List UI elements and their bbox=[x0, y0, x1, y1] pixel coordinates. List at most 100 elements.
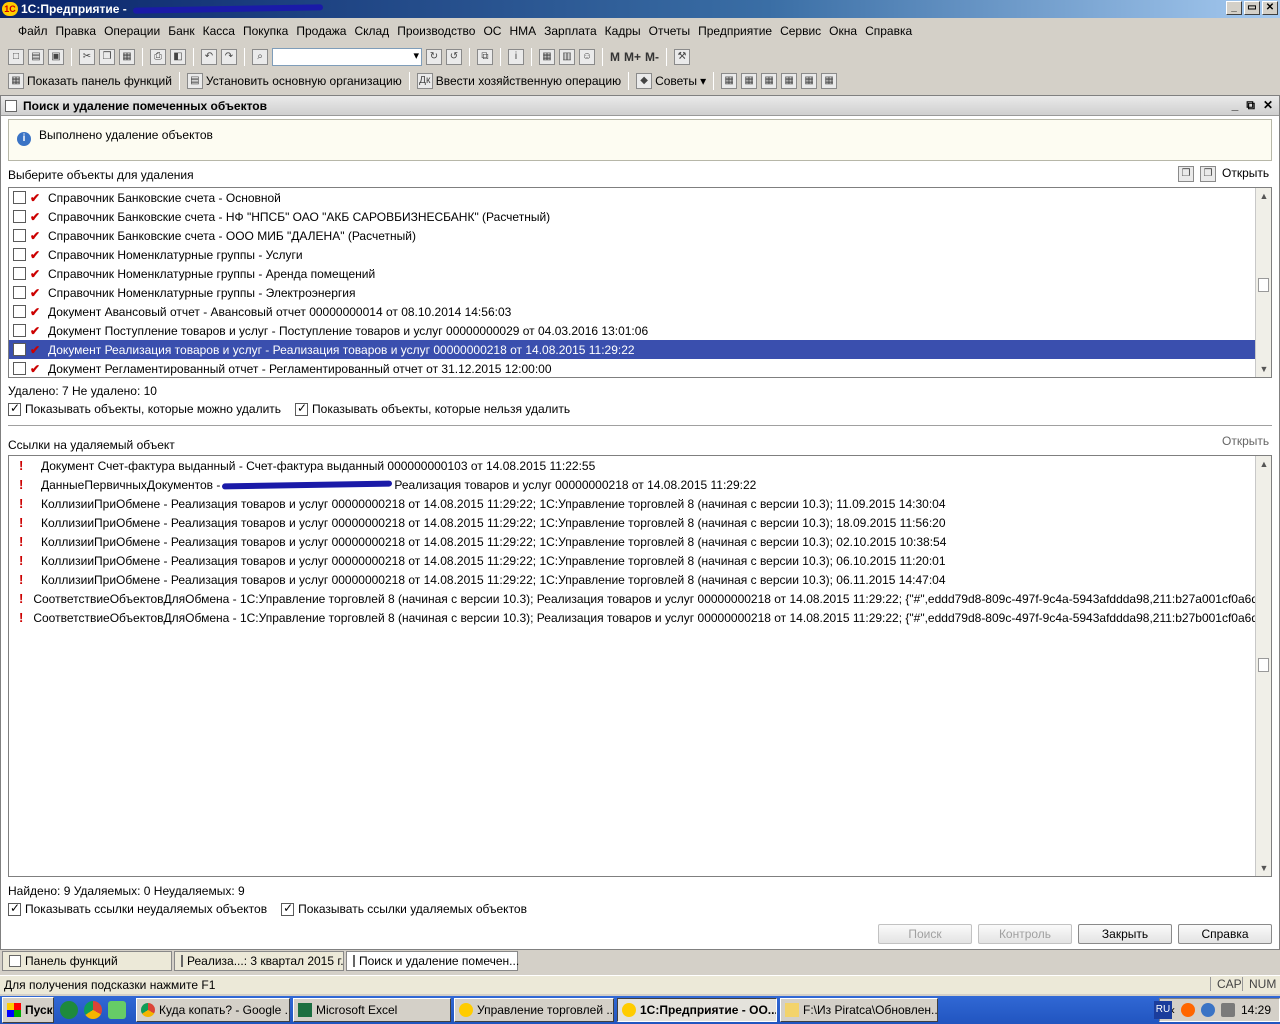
redo-icon[interactable]: ↷ bbox=[221, 49, 237, 65]
save-icon[interactable]: ▣ bbox=[48, 49, 64, 65]
doc-restore-button[interactable]: ⧉ bbox=[1246, 98, 1255, 113]
object-row[interactable]: ✔ Справочник Банковские счета - НФ "НПСБ"… bbox=[9, 207, 1271, 226]
menu-item[interactable]: Производство bbox=[393, 24, 479, 38]
language-indicator[interactable]: RU bbox=[1154, 1001, 1172, 1019]
refs-scrollbar[interactable]: ▲ ▼ bbox=[1255, 456, 1271, 876]
refs-scroll-up-icon[interactable]: ▲ bbox=[1256, 456, 1271, 472]
show-nondeletable-checkbox[interactable]: Показывать объекты, которые нельзя удали… bbox=[295, 401, 570, 416]
calculator-icon[interactable]: ▦ bbox=[539, 49, 555, 65]
task-excel[interactable]: Microsoft Excel bbox=[293, 998, 451, 1022]
tools-icon[interactable]: ⚒ bbox=[674, 49, 691, 65]
scroll-thumb[interactable] bbox=[1258, 278, 1269, 292]
report-icon-5[interactable]: ▦ bbox=[801, 73, 818, 89]
menu-item[interactable]: Продажа bbox=[292, 24, 350, 38]
menu-item[interactable]: Банк bbox=[164, 24, 198, 38]
tray-app-icon[interactable] bbox=[1180, 1003, 1195, 1017]
memory-button[interactable]: М bbox=[610, 50, 620, 64]
network-icon[interactable] bbox=[1200, 1003, 1215, 1017]
reference-row[interactable]: ! КоллизииПриОбмене - Реализация товаров … bbox=[9, 532, 1271, 551]
reference-row[interactable]: ! КоллизииПриОбмене - Реализация товаров … bbox=[9, 570, 1271, 589]
delete-checkbox[interactable] bbox=[13, 324, 26, 337]
delete-checkbox[interactable] bbox=[13, 248, 26, 261]
copy-list-icon-2[interactable]: ❐ bbox=[1200, 166, 1216, 182]
chrome-icon[interactable] bbox=[84, 1001, 102, 1019]
new-icon[interactable]: □ bbox=[8, 49, 24, 65]
report-icon-2[interactable]: ▦ bbox=[741, 73, 758, 89]
paste-icon[interactable]: ▦ bbox=[119, 49, 135, 65]
menu-item[interactable]: ОС bbox=[479, 24, 505, 38]
show-panel-button[interactable]: ▦ Показать панель функций bbox=[8, 73, 172, 89]
object-row[interactable]: ✔ Справочник Номенклатурные группы - Элек… bbox=[9, 283, 1271, 302]
reference-row[interactable]: ! КоллизииПриОбмене - Реализация товаров … bbox=[9, 551, 1271, 570]
delete-checkbox[interactable] bbox=[13, 229, 26, 242]
scroll-down-icon[interactable]: ▼ bbox=[1256, 361, 1271, 377]
object-row[interactable]: ✔ Документ Поступление товаров и услуг - … bbox=[9, 321, 1271, 340]
object-row[interactable]: ✔ Документ Реализация товаров и услуг - Р… bbox=[9, 340, 1271, 359]
show-deletable-checkbox[interactable]: Показывать объекты, которые можно удалит… bbox=[8, 401, 281, 416]
object-row[interactable]: ✔ Документ Авансовый отчет - Авансовый от… bbox=[9, 302, 1271, 321]
menu-item[interactable]: Касса bbox=[199, 24, 239, 38]
menu-item[interactable]: Правка bbox=[52, 24, 101, 38]
set-org-button[interactable]: ▤ Установить основную организацию bbox=[186, 73, 402, 89]
task-explorer[interactable]: F:\Из Piratca\Обновлен... bbox=[780, 998, 938, 1022]
menu-item[interactable]: Справка bbox=[861, 24, 916, 38]
delete-checkbox[interactable] bbox=[13, 362, 26, 375]
enter-operation-button[interactable]: Дк Ввести хозяйственную операцию bbox=[416, 73, 621, 89]
utorrent-icon[interactable] bbox=[60, 1001, 78, 1019]
close-form-button[interactable]: Закрыть bbox=[1078, 924, 1172, 944]
print-icon[interactable]: ⎙ bbox=[150, 49, 166, 65]
task-chrome[interactable]: Куда копать? - Google ... bbox=[136, 998, 290, 1022]
refs-open-link[interactable]: Открыть bbox=[1222, 434, 1269, 448]
quicklaunch-icon[interactable] bbox=[108, 1001, 126, 1019]
menu-item[interactable]: Склад bbox=[350, 24, 393, 38]
search-button[interactable]: Поиск bbox=[878, 924, 972, 944]
delete-checkbox[interactable] bbox=[13, 191, 26, 204]
task-trade[interactable]: Управление торговлей ... bbox=[454, 998, 614, 1022]
delete-checkbox[interactable] bbox=[13, 267, 26, 280]
menu-item[interactable]: НМА bbox=[505, 24, 540, 38]
show-nondel-links-checkbox[interactable]: Показывать ссылки неудаляемых объектов bbox=[8, 901, 267, 916]
report-icon-1[interactable]: ▦ bbox=[721, 73, 738, 89]
close-button[interactable]: ✕ bbox=[1262, 1, 1278, 15]
search-icon[interactable]: ⌕ bbox=[252, 49, 268, 65]
menu-item[interactable]: Кадры bbox=[601, 24, 645, 38]
menu-item[interactable]: Покупка bbox=[239, 24, 292, 38]
calendar-icon[interactable]: ▥ bbox=[559, 49, 575, 65]
object-row[interactable]: ✔ Документ Регламентированный отчет - Рег… bbox=[9, 359, 1271, 377]
menu-item[interactable]: Операции bbox=[100, 24, 164, 38]
delete-checkbox[interactable] bbox=[13, 286, 26, 299]
help-button[interactable]: Справка bbox=[1178, 924, 1272, 944]
copy-list-icon[interactable]: ❐ bbox=[1178, 166, 1194, 182]
start-button[interactable]: Пуск bbox=[2, 997, 54, 1023]
minimize-button[interactable]: _ bbox=[1226, 1, 1242, 15]
refs-scroll-thumb[interactable] bbox=[1258, 658, 1269, 672]
object-row[interactable]: ✔ Справочник Номенклатурные группы - Услу… bbox=[9, 245, 1271, 264]
reference-row[interactable]: ! КоллизииПриОбмене - Реализация товаров … bbox=[9, 494, 1271, 513]
menu-item[interactable]: Отчеты bbox=[645, 24, 694, 38]
find-next-icon[interactable]: ↻ bbox=[426, 49, 442, 65]
menu-item[interactable]: Предприятие bbox=[694, 24, 776, 38]
object-row[interactable]: ✔ Справочник Банковские счета - ООО МИБ "… bbox=[9, 226, 1271, 245]
delete-checkbox[interactable] bbox=[13, 305, 26, 318]
menu-item[interactable]: Зарплата bbox=[540, 24, 601, 38]
windows-icon[interactable]: ⧉ bbox=[477, 49, 493, 65]
delete-checkbox[interactable] bbox=[13, 343, 26, 356]
doc-minimize-button[interactable]: _ bbox=[1232, 98, 1239, 113]
undo-icon[interactable]: ↶ bbox=[201, 49, 217, 65]
info-icon[interactable]: i bbox=[508, 49, 524, 65]
reference-row[interactable]: ! КоллизииПриОбмене - Реализация товаров … bbox=[9, 513, 1271, 532]
report-icon-4[interactable]: ▦ bbox=[781, 73, 798, 89]
reference-row[interactable]: ! Документ Счет-фактура выданный - Счет-ф… bbox=[9, 456, 1271, 475]
object-row[interactable]: ✔ Справочник Номенклатурные группы - Арен… bbox=[9, 264, 1271, 283]
cut-icon[interactable]: ✂ bbox=[79, 49, 95, 65]
volume-icon[interactable] bbox=[1220, 1003, 1235, 1017]
memory-plus-button[interactable]: М+ bbox=[624, 50, 641, 64]
object-row[interactable]: ✔ Справочник Банковские счета - Основной bbox=[9, 188, 1271, 207]
tab-function-panel[interactable]: Панель функций bbox=[2, 951, 172, 971]
open-folder-icon[interactable]: ▤ bbox=[28, 49, 44, 65]
control-button[interactable]: Контроль bbox=[978, 924, 1072, 944]
report-icon-6[interactable]: ▦ bbox=[821, 73, 838, 89]
find-prev-icon[interactable]: ↺ bbox=[446, 49, 462, 65]
tab-realization[interactable]: Реализа...: 3 квартал 2015 г. bbox=[174, 951, 344, 971]
task-1c-enterprise[interactable]: 1С:Предприятие - ОО... bbox=[617, 998, 777, 1022]
